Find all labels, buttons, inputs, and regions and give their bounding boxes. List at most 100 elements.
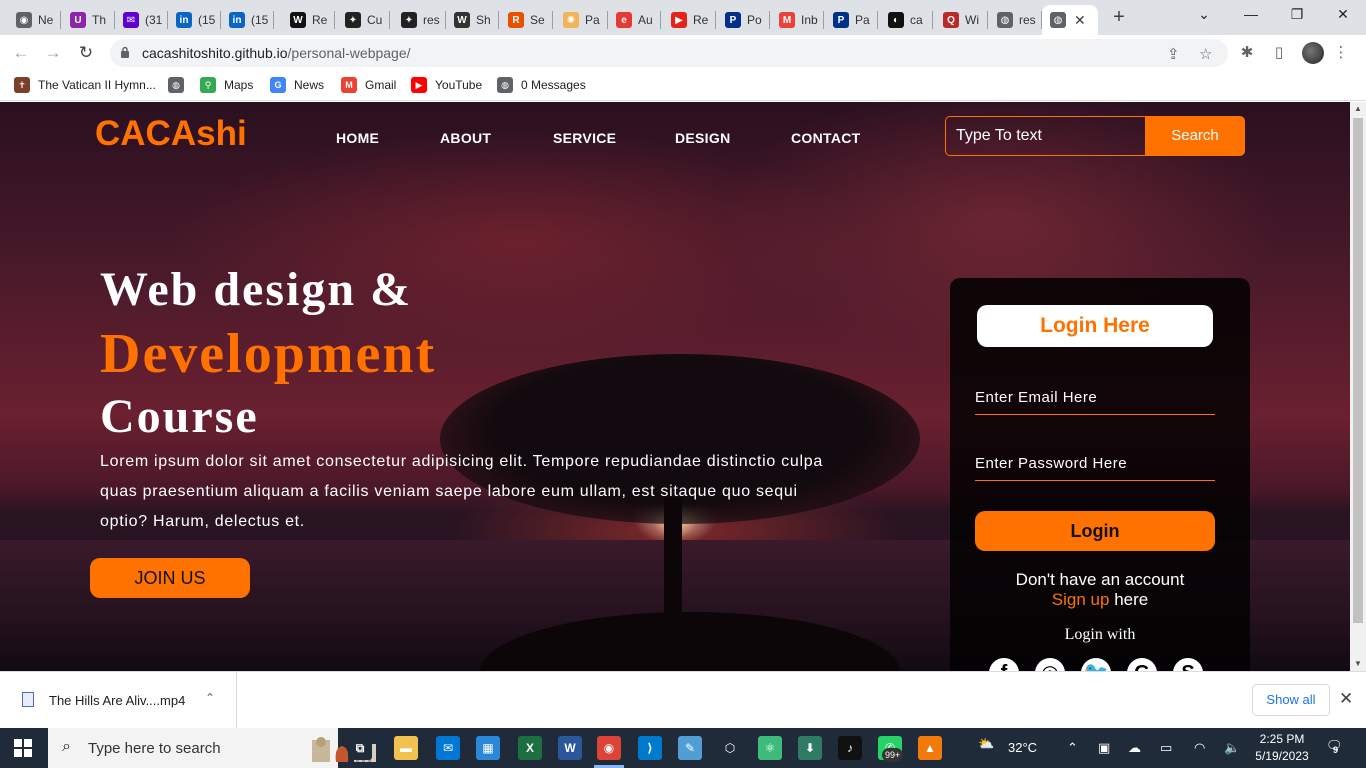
browser-tab[interactable]: ◍ res bbox=[989, 5, 1039, 35]
profile-avatar[interactable] bbox=[1302, 42, 1324, 64]
reload-icon[interactable]: ↻ bbox=[75, 42, 97, 64]
wifi-icon[interactable]: ◠ bbox=[1194, 740, 1205, 756]
google-icon[interactable]: G bbox=[1127, 658, 1157, 671]
scroll-down-icon[interactable]: ▼ bbox=[1350, 657, 1366, 671]
bookmark-item[interactable]: ✝ The Vatican II Hymn... bbox=[14, 76, 156, 94]
back-icon[interactable]: ← bbox=[10, 42, 32, 64]
forward-icon[interactable]: → bbox=[42, 42, 64, 64]
browser-tab[interactable]: M Inb bbox=[771, 5, 821, 35]
browser-tab[interactable]: in (15 bbox=[221, 5, 271, 35]
browser-tab-label: Au bbox=[638, 13, 653, 27]
restore-button[interactable]: ❐ bbox=[1274, 0, 1320, 30]
bookmark-item[interactable]: ⚲ Maps bbox=[200, 76, 253, 94]
store-icon[interactable]: ▦ bbox=[476, 736, 500, 760]
browser-tab-active[interactable]: ◍ ✕ bbox=[1042, 5, 1098, 35]
scroll-up-icon[interactable]: ▲ bbox=[1350, 102, 1366, 116]
menu-kebab-icon[interactable]: ⋮ bbox=[1332, 44, 1350, 62]
meet-icon[interactable]: ▣ bbox=[1098, 740, 1110, 756]
page-scrollbar[interactable]: ▲ ▼ bbox=[1350, 102, 1366, 671]
cube-icon[interactable]: ⬡ bbox=[718, 736, 742, 760]
task-view-icon[interactable]: ⧉ bbox=[348, 736, 372, 760]
word-icon[interactable]: W bbox=[558, 736, 582, 760]
bookmark-star-icon[interactable]: ☆ bbox=[1199, 45, 1212, 63]
extensions-icon[interactable]: ✱ bbox=[1238, 44, 1256, 62]
file-explorer-icon[interactable]: ▬ bbox=[394, 736, 418, 760]
chrome-icon[interactable]: ◉ bbox=[597, 736, 621, 760]
chevron-up-icon[interactable]: ⌃ bbox=[205, 691, 215, 705]
atom-icon[interactable]: ⚛ bbox=[758, 736, 782, 760]
nav-home[interactable]: HOME bbox=[336, 130, 379, 146]
facebook-icon[interactable]: f bbox=[989, 658, 1019, 671]
site-logo[interactable]: CACAshi bbox=[95, 114, 247, 154]
new-tab-button[interactable]: + bbox=[1108, 7, 1130, 29]
skype-icon[interactable]: S bbox=[1173, 658, 1203, 671]
onedrive-icon[interactable]: ☁ bbox=[1128, 740, 1141, 756]
browser-tab[interactable]: ✉ (31 bbox=[115, 5, 165, 35]
install-icon[interactable]: ⬇ bbox=[798, 736, 822, 760]
windows-start-icon[interactable] bbox=[14, 739, 32, 757]
instagram-icon[interactable]: ◎ bbox=[1035, 658, 1065, 671]
close-download-bar-icon[interactable]: ✕ bbox=[1339, 689, 1353, 709]
weather-temp[interactable]: 32°C bbox=[1008, 740, 1037, 755]
nav-contact[interactable]: CONTACT bbox=[791, 130, 861, 146]
browser-tab[interactable]: W Sh bbox=[446, 5, 496, 35]
signup-link[interactable]: Sign up bbox=[1052, 590, 1110, 609]
join-us-button[interactable]: JOIN US bbox=[90, 558, 250, 598]
vscode-icon[interactable]: ⟩ bbox=[638, 736, 662, 760]
browser-tab-label: Sh bbox=[476, 13, 491, 27]
browser-tab[interactable]: P Pa bbox=[825, 5, 875, 35]
taskbar-search-box[interactable]: ⌕ Type here to search bbox=[48, 728, 376, 768]
browser-tab[interactable]: ◉ Ne bbox=[8, 5, 58, 35]
browser-tab[interactable]: ✦ Cu bbox=[337, 5, 387, 35]
volume-icon[interactable]: 🔈 bbox=[1224, 740, 1240, 756]
excel-icon[interactable]: X bbox=[518, 736, 542, 760]
site-search-input[interactable]: Type To text bbox=[945, 116, 1145, 156]
browser-tab[interactable]: Q Wi bbox=[935, 5, 985, 35]
notepad-icon[interactable]: ✎ bbox=[678, 736, 702, 760]
mail-icon[interactable]: ✉ bbox=[436, 736, 460, 760]
scrollbar-thumb[interactable] bbox=[1353, 118, 1363, 623]
nav-design[interactable]: DESIGN bbox=[675, 130, 730, 146]
clock[interactable]: 2:25 PM 5/19/2023 bbox=[1250, 731, 1314, 765]
minimize-button[interactable]: — bbox=[1228, 0, 1274, 30]
browser-tab[interactable]: in (15 bbox=[168, 5, 218, 35]
vlc-icon[interactable]: ▲ bbox=[918, 736, 942, 760]
side-panel-icon[interactable]: ▯ bbox=[1270, 44, 1288, 62]
bookmark-item[interactable]: G News bbox=[270, 76, 324, 94]
github-icon: ◐ bbox=[888, 12, 904, 28]
login-button[interactable]: Login bbox=[975, 511, 1215, 551]
browser-tab[interactable]: ◐ ca bbox=[880, 5, 930, 35]
browser-tab[interactable]: ▶ Re bbox=[663, 5, 713, 35]
weather-icon[interactable]: ⛅ bbox=[978, 736, 994, 752]
email-field[interactable]: Enter Email Here bbox=[975, 385, 1215, 415]
bookmark-item[interactable]: M Gmail bbox=[341, 76, 396, 94]
battery-icon[interactable]: ▭ bbox=[1160, 740, 1172, 756]
hero-title-line1: Web design & bbox=[100, 263, 413, 316]
close-window-button[interactable]: ✕ bbox=[1320, 0, 1366, 30]
browser-tab[interactable]: U Th bbox=[62, 5, 112, 35]
browser-tab[interactable]: ✺ Pa bbox=[555, 5, 605, 35]
browser-tab[interactable]: ✦ res bbox=[393, 5, 443, 35]
share-icon[interactable]: ⇪ bbox=[1167, 45, 1180, 63]
browser-tab[interactable]: R Se bbox=[500, 5, 550, 35]
nav-about[interactable]: ABOUT bbox=[440, 130, 491, 146]
tray-chevron-icon[interactable]: ⌃ bbox=[1067, 740, 1078, 756]
vatican-icon: ✝ bbox=[14, 77, 30, 93]
bookmark-item[interactable]: ◍ 0 Messages bbox=[497, 76, 586, 94]
twitter-icon[interactable]: 🐦 bbox=[1081, 658, 1111, 671]
bookmark-item[interactable]: ▶ YouTube bbox=[411, 76, 482, 94]
browser-tab[interactable]: P Po bbox=[717, 5, 767, 35]
show-all-button[interactable]: Show all bbox=[1252, 684, 1330, 716]
close-tab-icon[interactable]: ✕ bbox=[1074, 12, 1086, 29]
password-field[interactable]: Enter Password Here bbox=[975, 451, 1215, 481]
download-item[interactable]: The Hills Are Aliv....mp4 ⌃ bbox=[0, 672, 237, 728]
site-search-button[interactable]: Search bbox=[1145, 116, 1245, 156]
address-bar[interactable]: cacashitoshito.github.io/personal-webpag… bbox=[110, 39, 1228, 67]
tab-search-chevron-icon[interactable]: ⌄ bbox=[1181, 0, 1227, 30]
tab-separator bbox=[389, 11, 390, 29]
browser-tab[interactable]: e Au bbox=[608, 5, 658, 35]
nav-service[interactable]: SERVICE bbox=[553, 130, 616, 146]
browser-tab[interactable]: W Re bbox=[282, 5, 332, 35]
tiktok-icon[interactable]: ♪ bbox=[838, 736, 862, 760]
bookmark-item[interactable]: ◍ bbox=[168, 76, 192, 94]
